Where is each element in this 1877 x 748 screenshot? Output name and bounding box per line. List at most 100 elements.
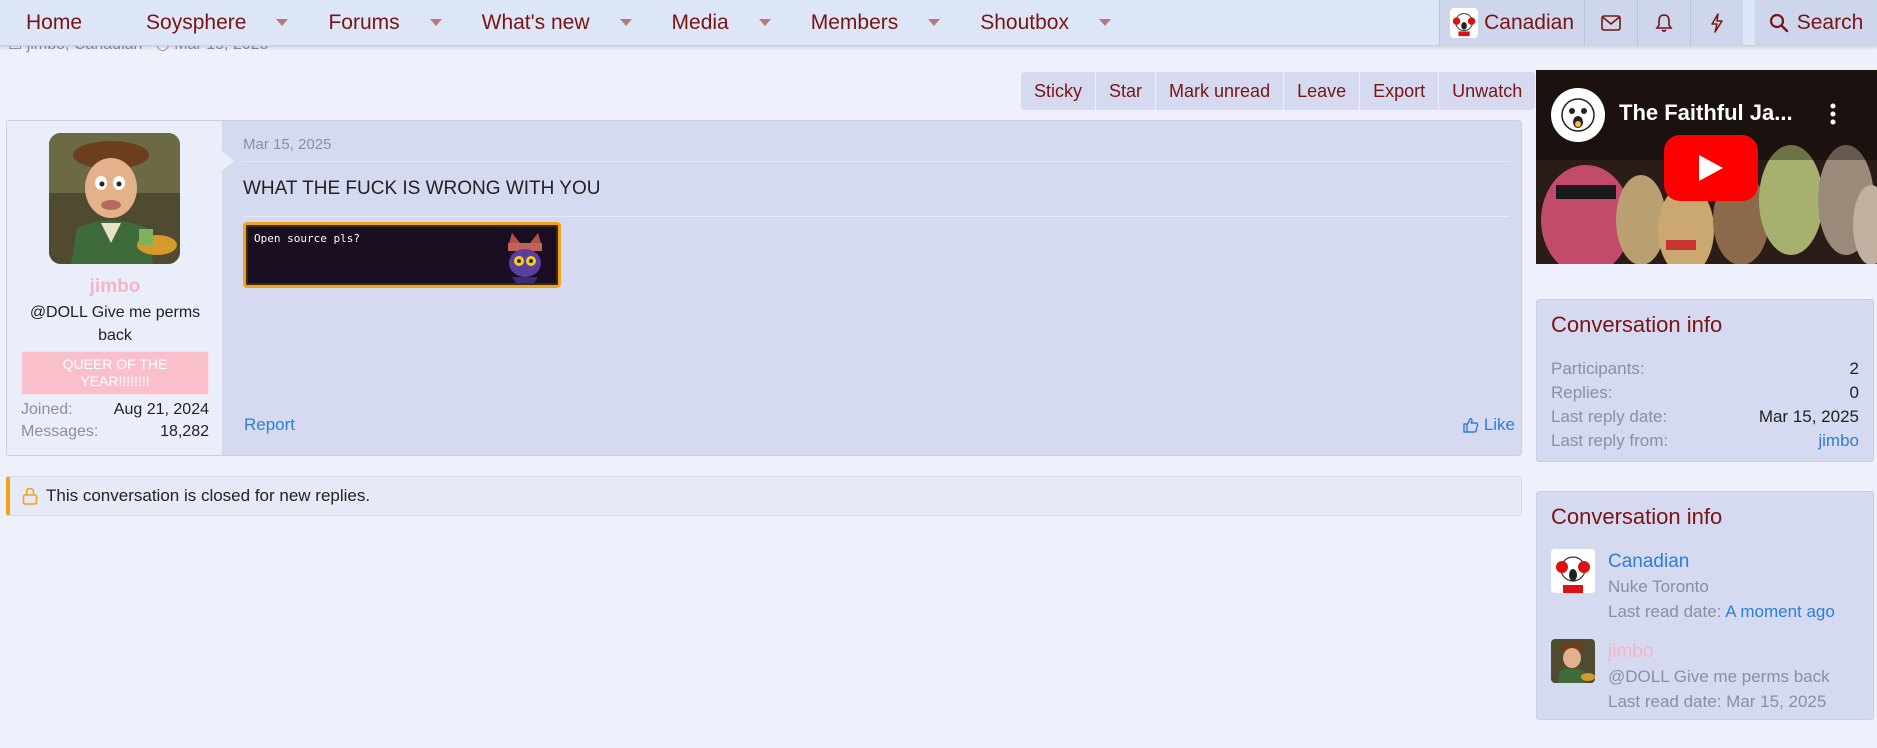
participants-card: Conversation info Canadian Nuke Toronto … [1536, 491, 1874, 720]
avatar[interactable] [1551, 639, 1595, 683]
author-messages: Messages: 18,282 [21, 423, 209, 441]
inbox-button[interactable] [1584, 0, 1637, 46]
play-button[interactable] [1664, 135, 1758, 201]
last-read-label: Last read date: [1608, 692, 1722, 711]
info-label: Last reply date: [1551, 407, 1668, 426]
more-options-icon[interactable] [1829, 102, 1837, 126]
nav-media[interactable]: Media [646, 0, 785, 46]
message-user-panel: jimbo @DOLL Give me perms back QUEER OF … [7, 121, 234, 455]
participant-last-read: Last read date: A moment ago [1608, 602, 1835, 622]
info-label: Participants: [1551, 359, 1645, 378]
export-button[interactable]: Export [1360, 72, 1440, 110]
participant-item: jimbo @DOLL Give me perms back Last read… [1551, 639, 1865, 715]
like-button[interactable]: Like [1463, 415, 1515, 435]
nav-members[interactable]: Members [785, 0, 955, 46]
info-value: 0 [1849, 383, 1859, 402]
account-button[interactable]: Canadian [1439, 0, 1584, 46]
nav-whats-new-label: What's new [481, 10, 590, 34]
sticky-button[interactable]: Sticky [1021, 72, 1097, 110]
participant-title: @DOLL Give me perms back [1608, 667, 1830, 686]
joined-value: Aug 21, 2024 [113, 401, 209, 418]
nav-home[interactable]: Home [0, 0, 120, 46]
nav-shoutbox[interactable]: Shoutbox [954, 0, 1125, 46]
chevron-down-icon[interactable] [619, 19, 632, 26]
cat-character-icon [508, 233, 542, 283]
search-label: Search [1796, 11, 1864, 34]
card-title: Conversation info [1551, 504, 1723, 529]
participant-item: Canadian Nuke Toronto Last read date: A … [1551, 549, 1865, 625]
last-read-value[interactable]: A moment ago [1725, 602, 1835, 621]
envelope-icon [1601, 15, 1621, 31]
info-value: Mar 15, 2025 [1758, 407, 1859, 426]
search-icon [1769, 13, 1788, 33]
whats-new-bolt-button[interactable] [1690, 0, 1743, 46]
video-embed[interactable]: The Faithful Ja... [1536, 70, 1877, 264]
messages-label: Messages: [21, 423, 99, 440]
chevron-down-icon[interactable] [276, 19, 289, 26]
participant-title: Nuke Toronto [1608, 577, 1709, 596]
unwatch-button[interactable]: Unwatch [1439, 72, 1536, 110]
search-button[interactable]: Search [1755, 0, 1877, 46]
avatar[interactable] [1551, 549, 1595, 593]
lock-icon [22, 487, 38, 505]
report-link[interactable]: Report [244, 415, 295, 435]
info-value: 2 [1849, 359, 1859, 378]
chevron-down-icon[interactable] [1099, 19, 1111, 26]
thumbs-up-icon [1463, 418, 1479, 433]
participant-last-read: Last read date: Mar 15, 2025 [1608, 692, 1826, 712]
bell-icon [1655, 14, 1673, 32]
nav-home-label: Home [26, 10, 83, 34]
message-arrow [222, 151, 234, 171]
message-text: WHAT THE FUCK IS WRONG WITH YOU [243, 178, 601, 199]
nav-media-label: Media [671, 10, 729, 34]
alerts-button[interactable] [1637, 0, 1690, 46]
chevron-down-icon[interactable] [928, 19, 941, 26]
message-body: Mar 15, 2025 WHAT THE FUCK IS WRONG WITH… [237, 121, 1515, 455]
message-date[interactable]: Mar 15, 2025 [243, 136, 331, 153]
nav-forums-label: Forums [328, 10, 400, 34]
info-last-reply-from: Last reply from: jimbo [1551, 431, 1859, 451]
nav-forums[interactable]: Forums [302, 0, 455, 46]
star-button[interactable]: Star [1096, 72, 1157, 110]
participant-name[interactable]: jimbo [1608, 641, 1653, 663]
channel-logo[interactable] [1551, 88, 1605, 142]
participant-name[interactable]: Canadian [1608, 551, 1689, 573]
last-read-value: Mar 15, 2025 [1726, 692, 1827, 711]
info-value-link[interactable]: jimbo [1818, 431, 1859, 451]
avatar [1450, 8, 1479, 38]
card-title: Conversation info [1551, 312, 1723, 337]
avatar[interactable] [49, 133, 180, 264]
author-banner: QUEER OF THE YEAR!!!!!!!! [21, 351, 209, 395]
embedded-image[interactable]: Open source pls? [243, 222, 561, 288]
nav-shoutbox-label: Shoutbox [980, 10, 1069, 34]
message: jimbo @DOLL Give me perms back QUEER OF … [6, 120, 1522, 456]
info-label: Replies: [1551, 383, 1613, 402]
lightning-icon [1711, 13, 1723, 33]
nav-members-label: Members [810, 10, 899, 34]
mark-unread-button[interactable]: Mark unread [1156, 72, 1285, 110]
embed-caption: Open source pls? [254, 232, 360, 245]
nav-soysphere[interactable]: Soysphere [120, 0, 302, 46]
video-title[interactable]: The Faithful Ja... [1619, 100, 1793, 126]
nav-soysphere-label: Soysphere [146, 10, 247, 34]
messages-value[interactable]: 18,282 [160, 423, 209, 441]
closed-notice: This conversation is closed for new repl… [6, 476, 1522, 516]
conversation-info-card: Conversation info Participants: 2 Replie… [1536, 299, 1874, 462]
info-last-reply-date: Last reply date: Mar 15, 2025 [1551, 407, 1859, 427]
conversation-actions: Sticky Star Mark unread Leave Export Unw… [1021, 72, 1536, 110]
joined-label: Joined: [21, 401, 73, 418]
chevron-down-icon[interactable] [758, 19, 771, 26]
info-replies: Replies: 0 [1551, 383, 1859, 403]
last-read-label: Last read date: [1608, 602, 1722, 621]
author-joined: Joined: Aug 21, 2024 [21, 401, 209, 419]
chevron-down-icon[interactable] [429, 19, 442, 26]
divider [243, 216, 1509, 217]
divider [243, 161, 1509, 162]
author-username[interactable]: jimbo [7, 276, 223, 298]
play-icon [1699, 155, 1723, 181]
nav-whats-new[interactable]: What's new [456, 0, 646, 46]
leave-button[interactable]: Leave [1284, 72, 1361, 110]
nav-user-area: Canadian Search [1439, 0, 1877, 46]
account-username: Canadian [1484, 11, 1574, 34]
info-label: Last reply from: [1551, 431, 1669, 450]
